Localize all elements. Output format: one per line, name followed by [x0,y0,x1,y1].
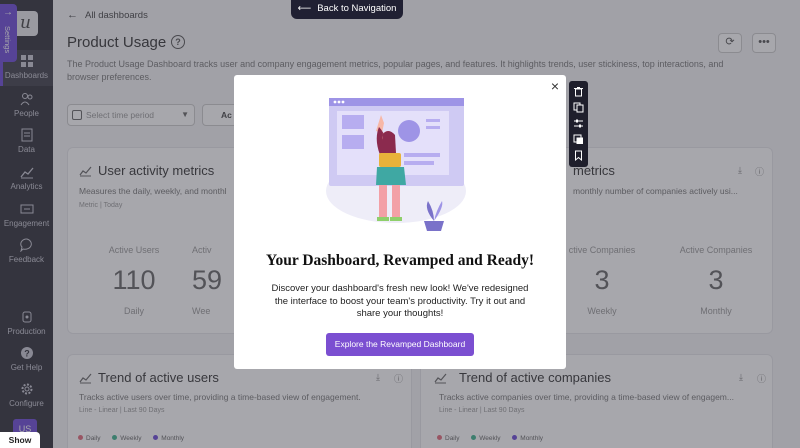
floating-toolbar [569,81,588,167]
announcement-modal: × Your Dashboard, Revamped and Ready! Di… [234,75,566,369]
explore-dashboard-button[interactable]: Explore the Revamped Dashboard [326,333,474,356]
back-to-navigation-button[interactable]: ⟵ Back to Navigation [291,0,403,19]
modal-body: Discover your dashboard's fresh new look… [271,283,529,319]
modal-title: Your Dashboard, Revamped and Ready! [266,252,534,269]
show-button[interactable]: Show [0,432,40,448]
dashboard-illustration [326,98,466,231]
bookmark-icon[interactable] [573,150,584,161]
trash-icon[interactable] [573,86,584,97]
close-icon[interactable]: × [551,78,559,94]
arrow-left-icon: ⟵ [297,3,312,14]
duplicate-icon[interactable] [573,134,584,145]
sliders-icon[interactable] [573,118,584,129]
copy-icon[interactable] [573,102,584,113]
back-nav-label: Back to Navigation [317,3,397,14]
